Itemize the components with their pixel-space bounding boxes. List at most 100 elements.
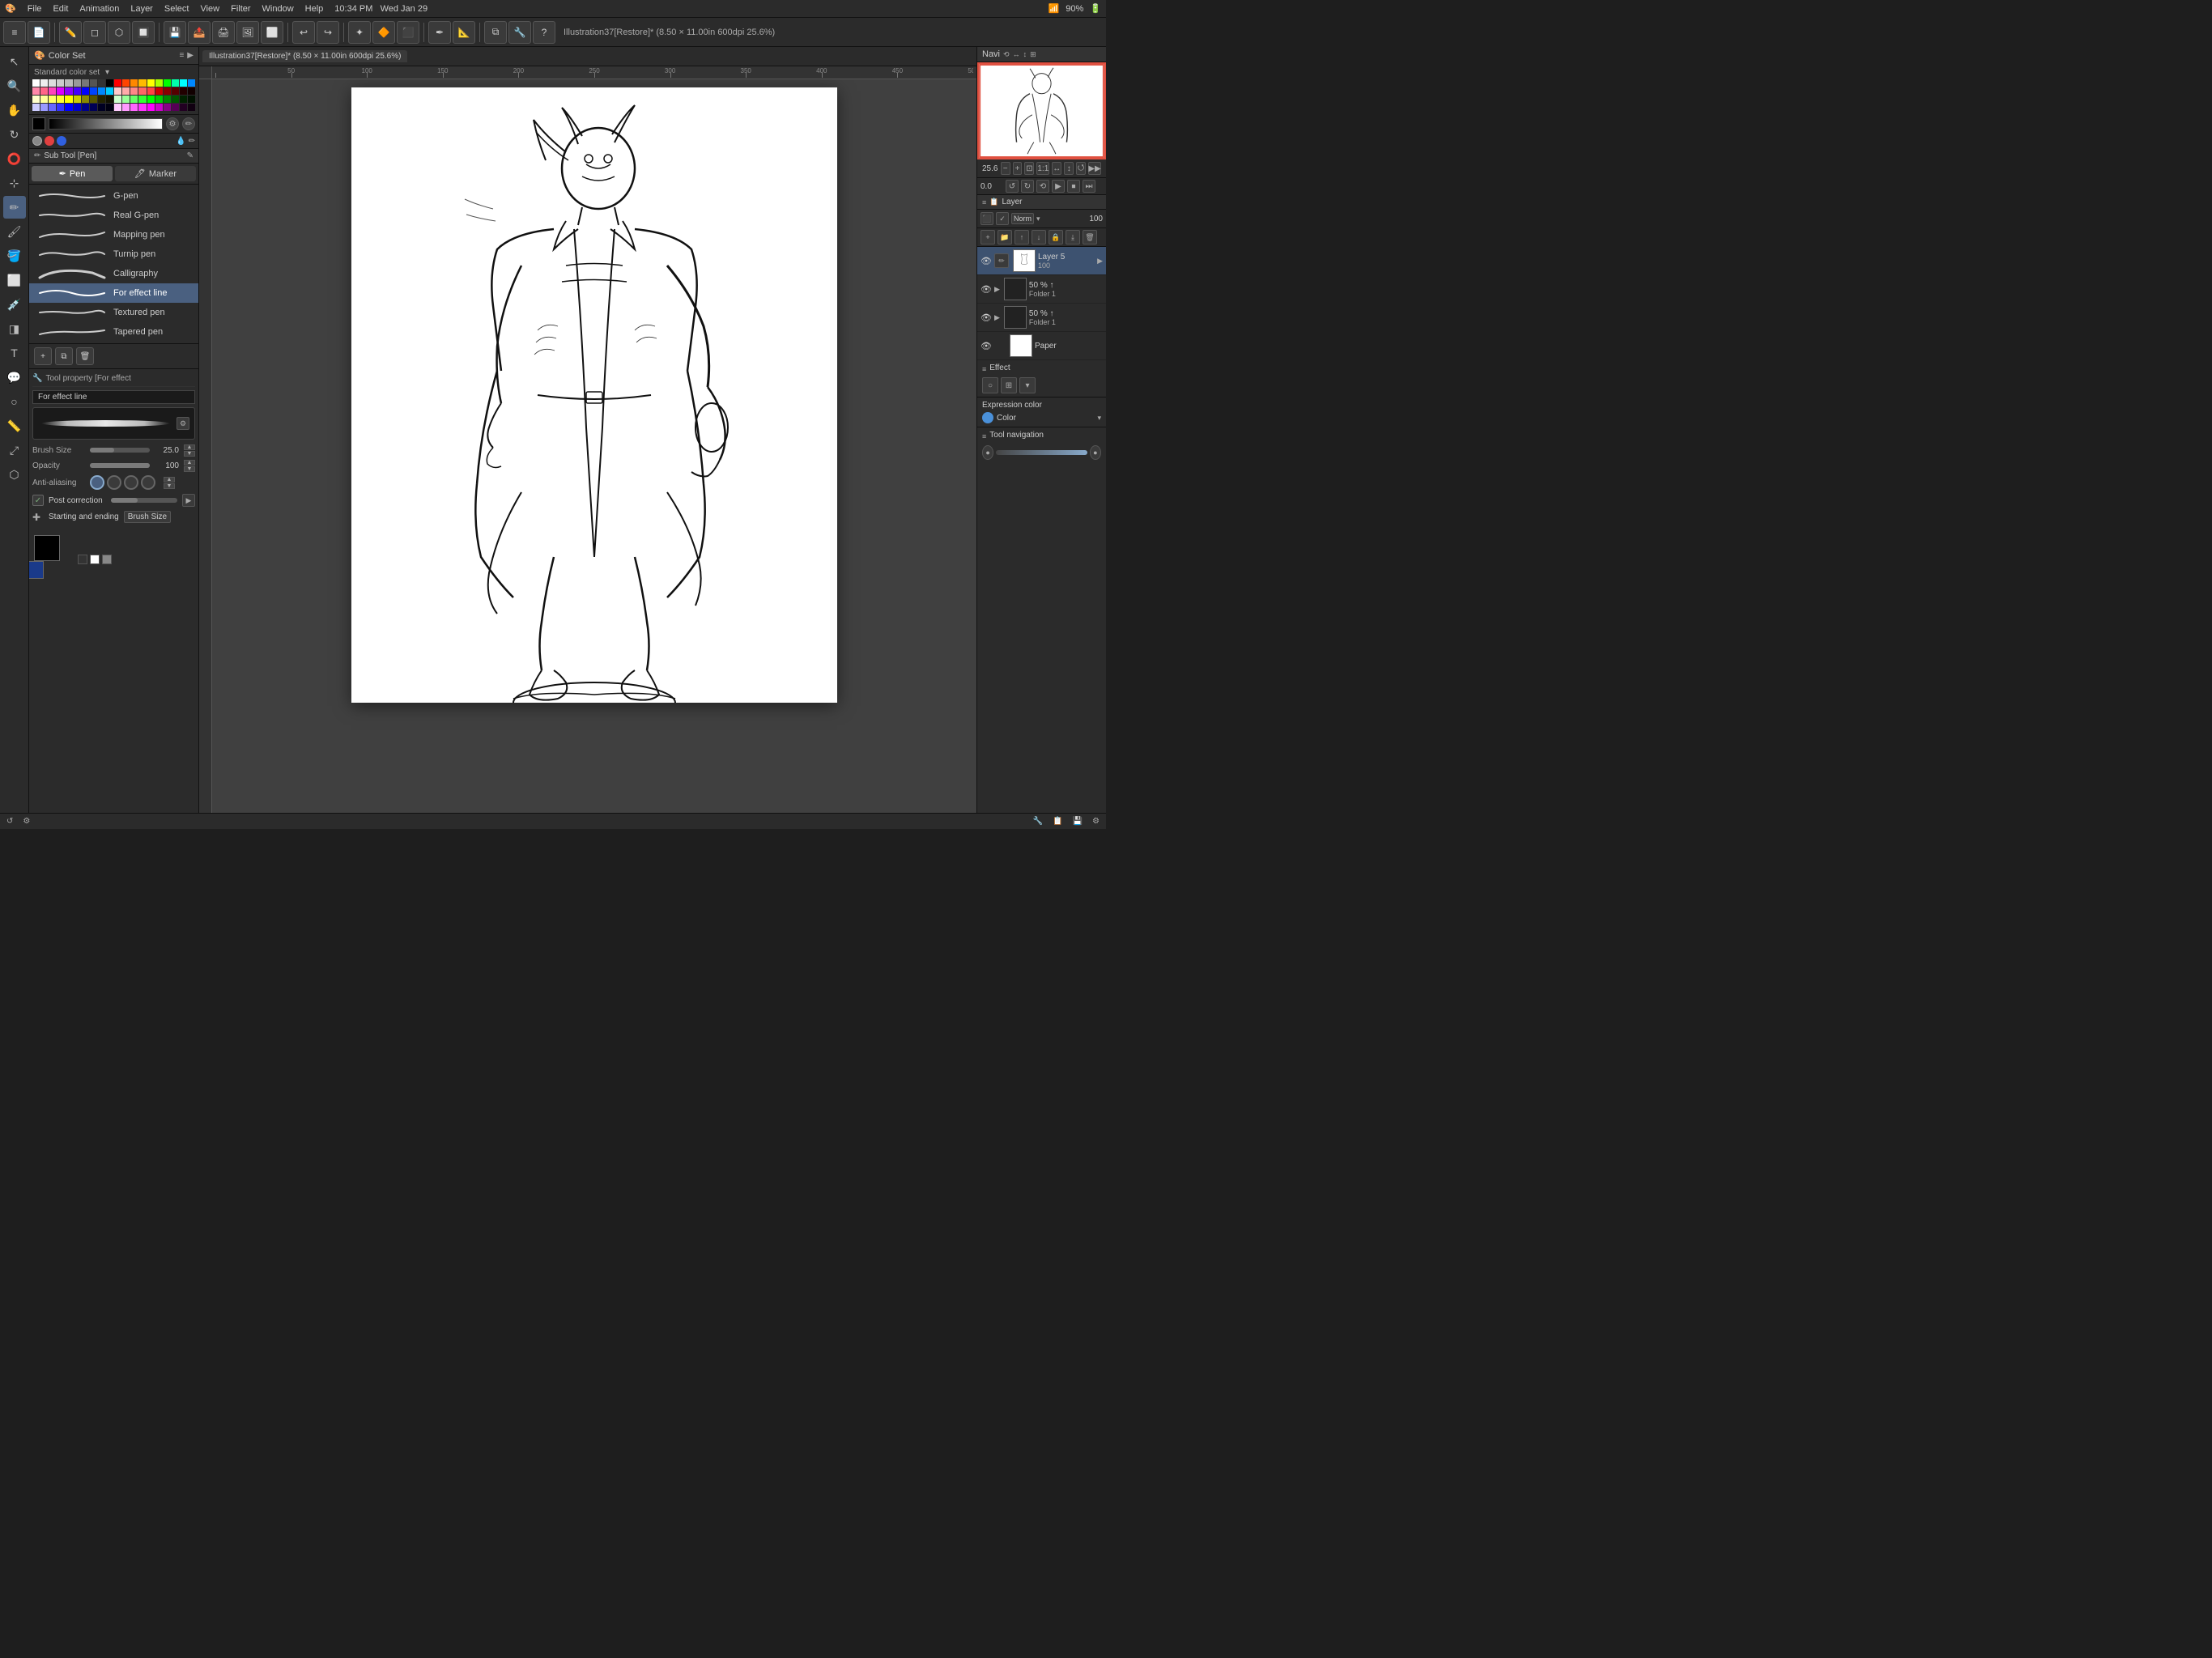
ruler-tool[interactable]: 📏 [3, 414, 26, 437]
color-swatch-6[interactable] [82, 79, 89, 87]
starting-ending-dropdown[interactable]: Brush Size [124, 511, 171, 523]
layer-folder1b-vis[interactable]: 👁 [981, 312, 992, 323]
color-swatch-7[interactable] [90, 79, 97, 87]
hand-tool[interactable]: ✋ [3, 99, 26, 121]
menu-view[interactable]: View [200, 4, 219, 14]
brush-size-down[interactable]: ▼ [184, 451, 195, 457]
layer-merge-btn[interactable]: ⤓ [1066, 230, 1080, 244]
blend-dropdown-arrow[interactable]: ▾ [1036, 215, 1040, 223]
gradient-tool[interactable]: ◨ [3, 317, 26, 340]
brush-add-btn[interactable]: + [34, 347, 52, 365]
color-swatch-21[interactable] [40, 87, 48, 95]
color-swatch-65[interactable] [74, 104, 81, 111]
navigator-thumbnail[interactable] [977, 62, 1106, 159]
status-icon-1[interactable]: ↺ [6, 817, 13, 826]
new-document-btn[interactable]: ≡ [3, 21, 26, 44]
crop-btn[interactable]: ⬛ [397, 21, 419, 44]
layer-lock-btn[interactable]: 🔒 [1049, 230, 1063, 244]
transparent-color-dot[interactable] [32, 136, 42, 146]
blue-dot[interactable] [57, 136, 66, 146]
redo-btn[interactable]: ↪ [317, 21, 339, 44]
cursor-tool[interactable]: ↖ [3, 50, 26, 73]
color-swatch-38[interactable] [180, 87, 187, 95]
menu-animation[interactable]: Animation [79, 4, 119, 14]
color-swatch-23[interactable] [57, 87, 64, 95]
zoom-fit-btn[interactable]: ⊡ [1024, 162, 1034, 175]
color-swatch-59[interactable] [188, 96, 195, 103]
brush-size-stepper[interactable]: ▲ ▼ [184, 444, 195, 456]
color-swatch-72[interactable] [130, 104, 138, 111]
color-swatch-17[interactable] [172, 79, 179, 87]
color-trash-icon[interactable]: ✏ [189, 137, 195, 146]
effect-circle-btn[interactable]: ○ [982, 377, 998, 393]
blend-mode-select[interactable]: Norm [1011, 213, 1034, 224]
pen-tool-alt-btn[interactable]: ✒ [428, 21, 451, 44]
color-swatch-77[interactable] [172, 104, 179, 111]
color-swatch-74[interactable] [147, 104, 155, 111]
open-btn[interactable]: 📄 [28, 21, 50, 44]
menu-window[interactable]: Window [262, 4, 294, 14]
post-correction-checkbox[interactable]: ✓ [32, 495, 44, 506]
color-swatch-33[interactable] [138, 87, 146, 95]
effect-grid-btn[interactable]: ⊞ [1001, 377, 1017, 393]
color-swatch-52[interactable] [130, 96, 138, 103]
tool-nav-btn-1[interactable]: ● [982, 445, 993, 460]
new-folder-btn[interactable]: 📁 [998, 230, 1012, 244]
layer-item-folder1b[interactable]: 👁 ▶ 50 % ↑ Folder 1 [977, 304, 1106, 332]
color-swatch-37[interactable] [172, 87, 179, 95]
recent-color-1[interactable] [78, 555, 87, 564]
brush-delete-btn[interactable]: 🗑 [76, 347, 94, 365]
rotation-ccw-btn[interactable]: ↺ [1006, 180, 1019, 193]
opacity-slider[interactable] [90, 463, 150, 468]
zoom-plus-btn[interactable]: + [1013, 162, 1023, 175]
color-swatch-66[interactable] [82, 104, 89, 111]
antialias-btn-2[interactable] [124, 475, 138, 490]
flip-v-btn[interactable]: ↕ [1064, 162, 1074, 175]
tool-nav-collapse-btn[interactable]: ≡ [982, 432, 986, 440]
antialias-up[interactable]: ▲ [164, 477, 175, 483]
brush-duplicate-btn[interactable]: ⧉ [55, 347, 73, 365]
image-btn[interactable]: 🖼 [236, 21, 259, 44]
color-swatch-31[interactable] [122, 87, 130, 95]
color-swatch-78[interactable] [180, 104, 187, 111]
color-swatch-8[interactable] [98, 79, 105, 87]
select-tool[interactable]: ⊹ [3, 172, 26, 194]
layer-visibility-icon[interactable]: 👁 [981, 255, 992, 266]
eyedrop-tool[interactable]: 💉 [3, 293, 26, 316]
color-swatch-56[interactable] [164, 96, 171, 103]
pen-tool[interactable]: ✏ [3, 196, 26, 219]
layer-delete-btn[interactable]: 🗑 [1083, 230, 1097, 244]
antialias-btn-3[interactable] [141, 475, 155, 490]
brush-item-4[interactable]: Calligraphy [29, 264, 198, 283]
zoom-minus-btn[interactable]: − [1001, 162, 1010, 175]
color-swatch-18[interactable] [180, 79, 187, 87]
color-swatch-49[interactable] [106, 96, 113, 103]
color-swatch-57[interactable] [172, 96, 179, 103]
canvas-main[interactable] [212, 79, 976, 813]
save-btn[interactable]: 💾 [164, 21, 186, 44]
tool-nav-slider[interactable] [996, 450, 1087, 455]
color-swatch-53[interactable] [138, 96, 146, 103]
status-right-3[interactable]: 💾 [1073, 817, 1083, 826]
expr-color-dropdown[interactable]: ▾ [1097, 414, 1101, 423]
brush-item-2[interactable]: Mapping pen [29, 225, 198, 244]
brush-item-1[interactable]: Real G-pen [29, 206, 198, 225]
foreground-color-small[interactable] [32, 117, 45, 130]
status-right-4[interactable]: ⚙ [1092, 817, 1100, 826]
layer-folder1a-vis[interactable]: 👁 [981, 283, 992, 295]
layer-move-down-btn[interactable]: ↓ [1032, 230, 1046, 244]
fill-btn[interactable]: ⬡ [108, 21, 130, 44]
color-options-btn[interactable]: ⚙ [166, 117, 179, 130]
folder1a-collapse[interactable]: ▶ [994, 285, 1000, 294]
pen-tab[interactable]: ✒ Pen [32, 166, 113, 181]
color-swatch-41[interactable] [40, 96, 48, 103]
color-swatch-48[interactable] [98, 96, 105, 103]
zoom-actual-btn[interactable]: 1:1 [1036, 162, 1049, 175]
status-right-2[interactable]: 📋 [1053, 817, 1062, 826]
layer-edit-icon[interactable]: ✏ [994, 253, 1009, 268]
color-swatch-0[interactable] [32, 79, 40, 87]
color-swatch-16[interactable] [164, 79, 171, 87]
color-swatch-27[interactable] [90, 87, 97, 95]
zoom-btn[interactable]: ✦ [348, 21, 371, 44]
color-swatch-36[interactable] [164, 87, 171, 95]
